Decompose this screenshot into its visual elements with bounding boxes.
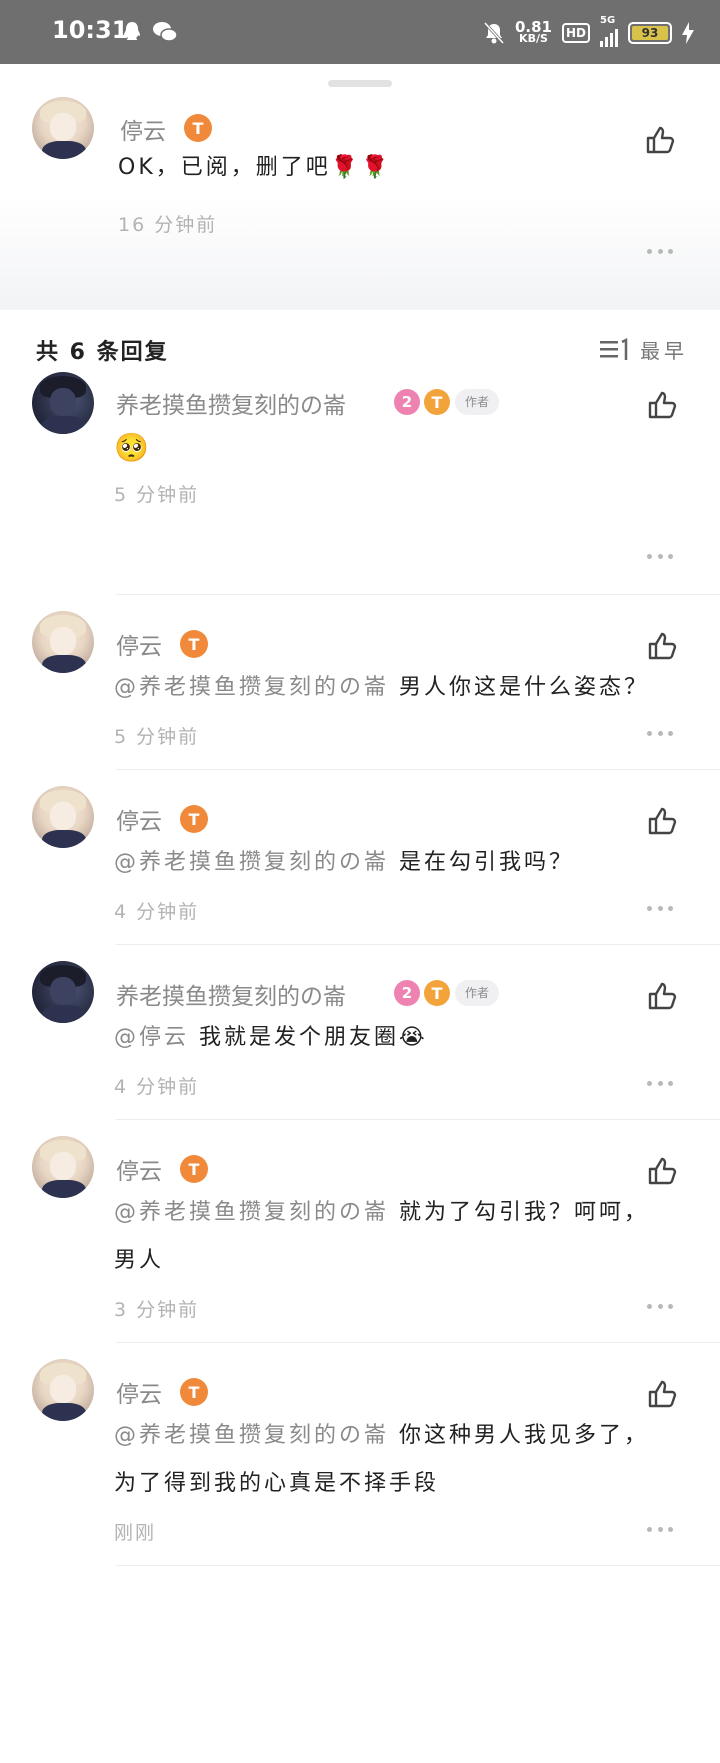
level-badge: 2 <box>394 389 420 415</box>
comment-text: 🥺 <box>114 431 152 464</box>
more-options-icon[interactable] <box>647 1302 673 1310</box>
avatar[interactable] <box>32 961 94 1023</box>
net-speed: 0.81 KB/S <box>514 18 552 45</box>
mention-link[interactable]: @养老摸鱼攒复刻的の崙 <box>114 1423 389 1448</box>
mute-bell-icon <box>483 21 505 45</box>
more-options-icon[interactable] <box>647 1525 673 1533</box>
badge-t-icon: T <box>180 1155 208 1183</box>
like-thumb-icon[interactable] <box>644 124 676 156</box>
author-tag: 作者 <box>455 389 500 415</box>
row-divider <box>116 1119 720 1120</box>
section-divider <box>0 302 720 310</box>
avatar[interactable] <box>32 1359 94 1421</box>
username[interactable]: 停云 <box>120 112 166 146</box>
status-right: 0.81 KB/S HD 5G 93 <box>483 15 694 48</box>
row-divider <box>116 1565 720 1566</box>
badge-t-icon: T <box>424 389 450 415</box>
comment-time: 刚刚 <box>114 1522 157 1544</box>
more-options-icon[interactable] <box>647 247 673 255</box>
comment-body: 是在勾引我吗？ <box>399 850 575 875</box>
row-divider <box>116 769 720 770</box>
reply-count: 共 6 条回复 <box>36 340 169 365</box>
more-options-icon[interactable] <box>647 729 673 737</box>
sort-button[interactable]: 最早 <box>600 335 688 364</box>
comment-body: 我就是发个朋友圈😭 <box>199 1025 428 1050</box>
wechat-icon <box>153 22 178 42</box>
like-thumb-icon[interactable] <box>646 980 678 1012</box>
sort-label: 最早 <box>640 339 688 363</box>
like-thumb-icon[interactable] <box>646 1155 678 1187</box>
hd-badge: HD <box>561 23 590 43</box>
badge-t-icon: T <box>180 630 208 658</box>
sheet-drag-handle[interactable] <box>328 80 392 87</box>
mention-link[interactable]: @养老摸鱼攒复刻的の崙 <box>114 1200 389 1225</box>
more-options-icon[interactable] <box>647 552 673 560</box>
username[interactable]: 停云 <box>116 627 162 661</box>
badge-t-icon: T <box>424 980 450 1006</box>
battery-icon: 93 <box>628 22 672 44</box>
username[interactable]: 停云 <box>116 802 162 836</box>
more-options-icon[interactable] <box>647 1079 673 1087</box>
row-divider <box>116 1342 720 1343</box>
avatar[interactable] <box>32 611 94 673</box>
comment-sheet: 停云 T OK，已阅，删了吧🌹🌹 16 分钟前 共 6 条回复 最早 养老摸鱼攒… <box>0 64 720 1763</box>
mention-link[interactable]: @养老摸鱼攒复刻的の崙 <box>114 675 389 700</box>
comment-time: 5 分钟前 <box>114 726 200 748</box>
badge-t-icon: T <box>184 114 212 142</box>
username[interactable]: 养老摸鱼攒复刻的の崙 <box>116 386 346 420</box>
like-thumb-icon[interactable] <box>646 1378 678 1410</box>
status-time: 10:31 <box>52 16 129 44</box>
comment-text: OK，已阅，删了吧🌹🌹 <box>118 155 392 180</box>
comment-body-line2: 男人 <box>114 1248 165 1273</box>
mention-link[interactable]: @停云 <box>114 1025 189 1050</box>
comment-body: 男人你这是什么姿态？ <box>399 675 650 700</box>
avatar[interactable] <box>32 372 94 434</box>
username[interactable]: 停云 <box>116 1375 162 1409</box>
author-tag: 作者 <box>455 980 500 1006</box>
avatar[interactable] <box>32 97 94 159</box>
comment-body: 就为了勾引我？呵呵， <box>399 1200 650 1225</box>
comment-time: 3 分钟前 <box>114 1299 200 1321</box>
comment-body: 你这种男人我见多了， <box>399 1423 650 1448</box>
row-divider <box>116 944 720 945</box>
badge-t-icon: T <box>180 1378 208 1406</box>
comment-text: @养老摸鱼攒复刻的の崙 你这种男人我见多了， <box>114 1412 649 1460</box>
comment-time: 4 分钟前 <box>114 1076 200 1098</box>
badge-t-icon: T <box>180 805 208 833</box>
sort-list-icon <box>600 337 628 360</box>
status-bar: 10:31 0.81 KB/S HD 5G 93 <box>0 0 720 64</box>
comment-time: 4 分钟前 <box>114 901 200 923</box>
mention-link[interactable]: @养老摸鱼攒复刻的の崙 <box>114 850 389 875</box>
username[interactable]: 停云 <box>116 1152 162 1186</box>
row-divider <box>116 594 720 595</box>
avatar[interactable] <box>32 786 94 848</box>
like-thumb-icon[interactable] <box>646 630 678 662</box>
level-badge: 2 <box>394 980 420 1006</box>
charging-icon <box>682 22 694 44</box>
comment-time: 16 分钟前 <box>118 214 218 236</box>
signal-icon: 5G <box>600 15 618 47</box>
avatar[interactable] <box>32 1136 94 1198</box>
username[interactable]: 养老摸鱼攒复刻的の崙 <box>116 977 346 1011</box>
comment-text: @停云 我就是发个朋友圈😭 <box>114 1014 428 1062</box>
like-thumb-icon[interactable] <box>646 805 678 837</box>
qq-icon <box>124 22 140 40</box>
comment-text: @养老摸鱼攒复刻的の崙 是在勾引我吗？ <box>114 839 574 887</box>
comment-text: @养老摸鱼攒复刻的の崙 就为了勾引我？呵呵， <box>114 1189 649 1237</box>
comment-time: 5 分钟前 <box>114 484 200 506</box>
comment-text: @养老摸鱼攒复刻的の崙 男人你这是什么姿态？ <box>114 664 649 712</box>
more-options-icon[interactable] <box>647 904 673 912</box>
comment-body-line2: 为了得到我的心真是不择手段 <box>114 1471 440 1496</box>
like-thumb-icon[interactable] <box>646 389 678 421</box>
